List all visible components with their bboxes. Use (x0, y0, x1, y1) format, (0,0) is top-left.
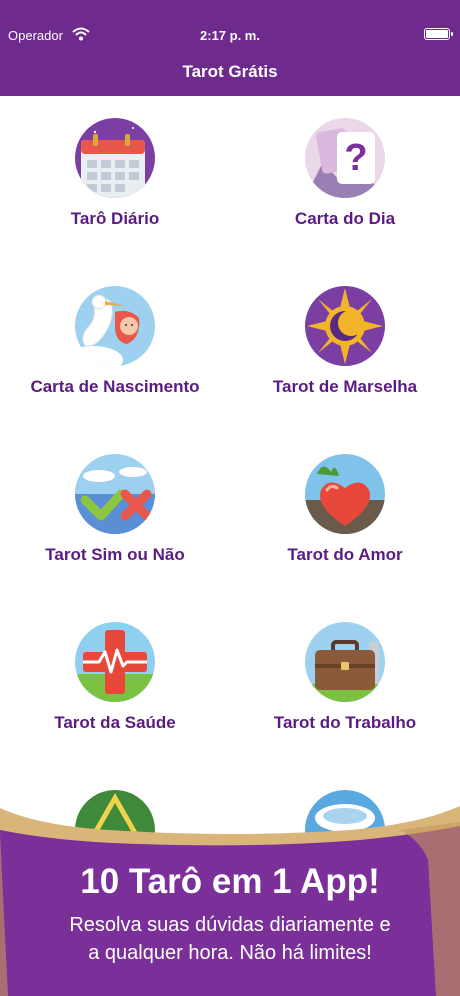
menu-item-tarot-sim-ou-nao[interactable]: Tarot Sim ou Não (0, 432, 230, 600)
sun-moon-icon (305, 286, 385, 366)
briefcase-icon (305, 622, 385, 702)
menu-item-label: Tarot da Saúde (54, 713, 176, 732)
menu-item-label: Tarot Sim ou Não (45, 545, 185, 564)
svg-text:?: ? (344, 137, 367, 179)
menu-item-tarot-de-marselha[interactable]: Tarot de Marselha (230, 264, 460, 432)
menu-item-taro-diario[interactable]: Tarô Diário (0, 96, 230, 264)
stork-baby-icon (75, 286, 155, 366)
tarot-menu-grid: Tarô Diário ? Carta do Dia Carta de Nasc… (0, 96, 460, 836)
menu-item-tarot-do-trabalho[interactable]: Tarot do Trabalho (230, 600, 460, 768)
menu-item-tarot-da-saude[interactable]: Tarot da Saúde (0, 600, 230, 768)
menu-item-label: Tarot de Marselha (272, 377, 418, 396)
page-title: Tarot Grátis (182, 62, 278, 81)
battery-icon (424, 28, 453, 40)
menu-item-label: Tarot do Amor (287, 545, 403, 564)
question-card-icon: ? (305, 118, 385, 198)
menu-item-label: Tarô Diário (70, 209, 160, 228)
clock: 2:17 p. m. (200, 28, 260, 43)
status-bar: Operador 2:17 p. m. (0, 0, 460, 56)
menu-item-carta-de-nascimento[interactable]: Carta de Nascimento (0, 264, 230, 432)
heart-icon (305, 454, 385, 534)
menu-item-tarot-do-amor[interactable]: Tarot do Amor (230, 432, 460, 600)
promo-subtitle-line-2: a qualquer hora. Não há limites! (88, 942, 372, 964)
menu-item-label: Tarot do Trabalho (273, 713, 417, 732)
health-cross-icon (75, 622, 155, 702)
promo-banner: 10 Tarô em 1 App! Resolva suas dúvidas d… (0, 800, 460, 996)
nav-bar: Tarot Grátis (0, 56, 460, 96)
menu-item-carta-do-dia[interactable]: ? Carta do Dia (230, 96, 460, 264)
menu-item-label: Carta de Nascimento (30, 377, 200, 396)
promo-subtitle-line-1: Resolva suas dúvidas diariamente e (69, 914, 391, 936)
menu-item-label: Carta do Dia (294, 209, 396, 228)
promo-headline: 10 Tarô em 1 App! (80, 862, 380, 901)
check-cross-icon (75, 454, 155, 534)
calendar-icon (75, 118, 155, 198)
